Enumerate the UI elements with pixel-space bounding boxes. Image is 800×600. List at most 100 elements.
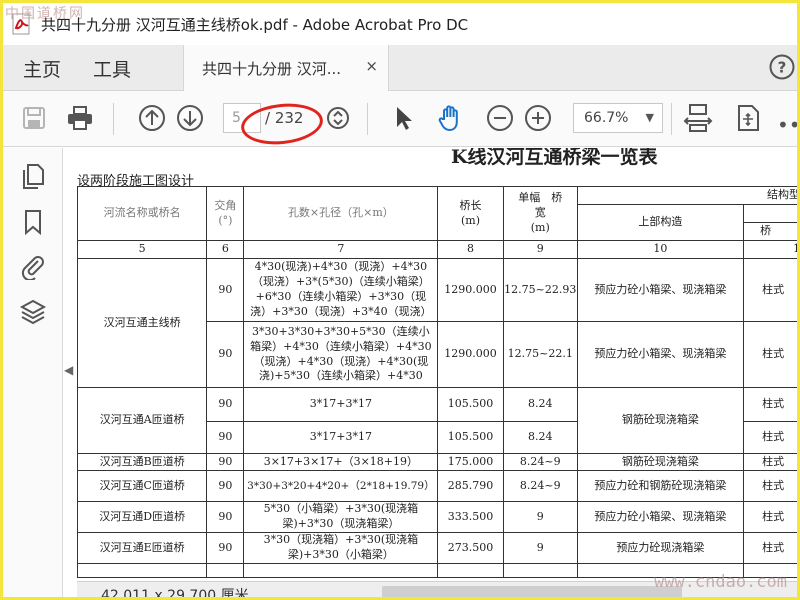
hand-icon[interactable] — [435, 103, 465, 133]
cell-superstructure: 预应力砼小箱梁、现浇箱梁 — [576, 258, 745, 322]
cell-substructure: 柱式 — [743, 258, 797, 322]
column-number: 1 — [743, 240, 797, 259]
column-number: 8 — [437, 240, 504, 259]
cell-angle: 90 — [206, 532, 245, 564]
cell-length: 333.500 — [437, 501, 504, 533]
horizontal-scrollbar[interactable] — [382, 586, 682, 597]
cell-length: 285.790 — [437, 470, 504, 502]
zoom-out-icon[interactable] — [485, 103, 515, 133]
chevron-down-icon: ▼ — [645, 111, 654, 124]
cell-length: 273.500 — [437, 532, 504, 564]
cell-width: 12.75~22.1 — [502, 321, 578, 388]
page-up-icon[interactable] — [137, 103, 167, 133]
more-tools-icon[interactable]: ••• — [777, 113, 797, 137]
cell-width: 8.24~9 — [502, 453, 578, 471]
cell-substructure: 柱式 — [743, 532, 797, 564]
bridge-name: 汉河互通主线桥 — [77, 258, 208, 388]
bridge-name: 汉河互通C匝道桥 — [77, 470, 208, 502]
bridge-name: 汉河互通D匝道桥 — [77, 501, 208, 533]
document-title: K线汉河互通桥梁一览表 — [451, 148, 658, 168]
cell-superstructure: 钢筋砼现浇箱梁 — [576, 453, 745, 471]
table-row: 汉河互通D匝道桥 90 5*30（小箱梁）+3*30(现浇箱梁)+3*30（现浇… — [77, 501, 797, 533]
cell-substructure: 柱式 — [743, 321, 797, 388]
cell-spans: 3*30+3*30+3*30+5*30（连续小箱梁）+4*30（连续小箱梁）+4… — [243, 321, 439, 388]
cell-superstructure: 预应力砼小箱梁、现浇箱梁 — [576, 501, 745, 533]
table-row: 汉河互通主线桥 90 4*30(现浇)+4*30（现浇）+4*30（现浇）+3*… — [77, 258, 797, 388]
watermark-bottom: www.cndao.com — [653, 572, 787, 592]
page-stepper-icon[interactable] — [323, 103, 353, 133]
cell-angle: 90 — [206, 258, 245, 322]
cell-length: 105.500 — [437, 387, 504, 422]
cell-width: 9 — [502, 501, 578, 533]
table-row: 汉河互通A匝道桥 90 3*17+3*17 105.500 8.24 钢筋砼现浇… — [77, 387, 797, 454]
select-cursor-icon[interactable] — [389, 103, 419, 133]
cell-angle: 90 — [206, 387, 245, 422]
help-icon[interactable]: ? — [769, 54, 795, 80]
header-spans: 孔数×孔径（孔×m） — [243, 186, 439, 241]
header-name: 河流名称或桥名 — [77, 186, 208, 241]
bookmarks-icon[interactable] — [19, 208, 47, 236]
fit-width-icon[interactable] — [683, 103, 713, 133]
toolbar-separator — [367, 103, 368, 135]
header-superstructure: 上部构造 — [576, 204, 745, 241]
cell-spans: 3*17+3*17 — [243, 421, 439, 454]
document-tab-label: 共四十九分册 汉河... — [202, 60, 342, 78]
navigation-pane — [3, 148, 63, 597]
header-length: 桥长 (m) — [437, 186, 504, 241]
document-tab[interactable]: 共四十九分册 汉河... × — [183, 45, 389, 91]
column-number: 10 — [576, 240, 745, 259]
column-number: 5 — [77, 240, 208, 259]
cell-spans: 5*30（小箱梁）+3*30(现浇箱梁)+3*30（现浇箱梁） — [243, 501, 439, 533]
cell-superstructure: 预应力砼现浇箱梁 — [576, 532, 745, 564]
table-row: 汉河互通E匝道桥 90 3*30（现浇箱）+3*30(现浇箱梁)+3*30（小箱… — [77, 532, 797, 564]
cell-spans: 3*30（现浇箱）+3*30(现浇箱梁)+3*30（小箱梁） — [243, 532, 439, 564]
header-angle: 交角 (°) — [206, 186, 245, 241]
bridge-table: 河流名称或桥名 交角 (°) 孔数×孔径（孔×m） 桥长 (m) 单幅 桥 宽 … — [77, 186, 797, 578]
print-icon[interactable] — [65, 103, 95, 133]
zoom-dropdown[interactable]: 66.7% ▼ — [573, 103, 663, 133]
bridge-name: 汉河互通B匝道桥 — [77, 453, 208, 471]
header-substructure: 桥 — [743, 222, 797, 241]
cell-spans: 3×17+3×17+（3×18+19） — [243, 453, 439, 471]
page-down-icon[interactable] — [175, 103, 205, 133]
close-tab-icon[interactable]: × — [365, 57, 378, 75]
cell-substructure: 柱式 — [743, 453, 797, 471]
cell-substructure: 柱式 — [743, 501, 797, 533]
attachments-icon[interactable] — [19, 252, 47, 280]
title-bar: 中国道桥网 共四十九分册 汉河互通主线桥ok.pdf - Adobe Acrob… — [3, 3, 797, 45]
toolbar-separator — [113, 103, 114, 135]
page-number-input[interactable]: 5 — [223, 103, 261, 133]
table-row: 汉河互通C匝道桥 90 3*30+3*20+4*20+（2*18+19.79） … — [77, 470, 797, 502]
bridge-name: 汉河互通E匝道桥 — [77, 532, 208, 564]
cell-angle: 90 — [206, 321, 245, 388]
header-width: 单幅 桥 宽 (m) — [502, 186, 578, 241]
toolbar: ••• — [3, 91, 797, 147]
header-structure: 结构型 — [576, 186, 797, 205]
cell-width: 12.75~22.93 — [502, 258, 578, 322]
menu-home[interactable]: 主页 — [23, 55, 61, 82]
column-number: 7 — [243, 240, 439, 259]
document-view[interactable]: K线汉河互通桥梁一览表 设两阶段施工图设计 河流名称或桥名 交角 (°) 孔数×… — [77, 148, 797, 581]
cell-length: 105.500 — [437, 421, 504, 454]
cell-length: 1290.000 — [437, 258, 504, 322]
column-number: 6 — [206, 240, 245, 259]
cell-length: 1290.000 — [437, 321, 504, 388]
menu-tools[interactable]: 工具 — [93, 55, 131, 82]
page-size-label: 42.011 x 29.700 厘米 — [101, 588, 249, 600]
cell-angle: 90 — [206, 501, 245, 533]
cell-angle: 90 — [206, 421, 245, 454]
cell-angle: 90 — [206, 453, 245, 471]
cell-substructure: 柱式 — [743, 470, 797, 502]
toolbar-separator — [671, 103, 672, 135]
full-screen-icon[interactable] — [733, 103, 763, 133]
app-window: 中国道桥网 共四十九分册 汉河互通主线桥ok.pdf - Adobe Acrob… — [0, 0, 800, 600]
cell-superstructure: 预应力砼和钢筋砼现浇箱梁 — [576, 470, 745, 502]
cell-length: 175.000 — [437, 453, 504, 471]
save-icon[interactable] — [19, 103, 49, 133]
page-thumbnails-icon[interactable] — [19, 162, 47, 190]
cell-width: 8.24 — [502, 421, 578, 454]
cell-width: 8.24 — [502, 387, 578, 422]
zoom-in-icon[interactable] — [523, 103, 553, 133]
collapse-pane-icon[interactable]: ◀ — [64, 363, 73, 377]
layers-icon[interactable] — [19, 298, 47, 326]
